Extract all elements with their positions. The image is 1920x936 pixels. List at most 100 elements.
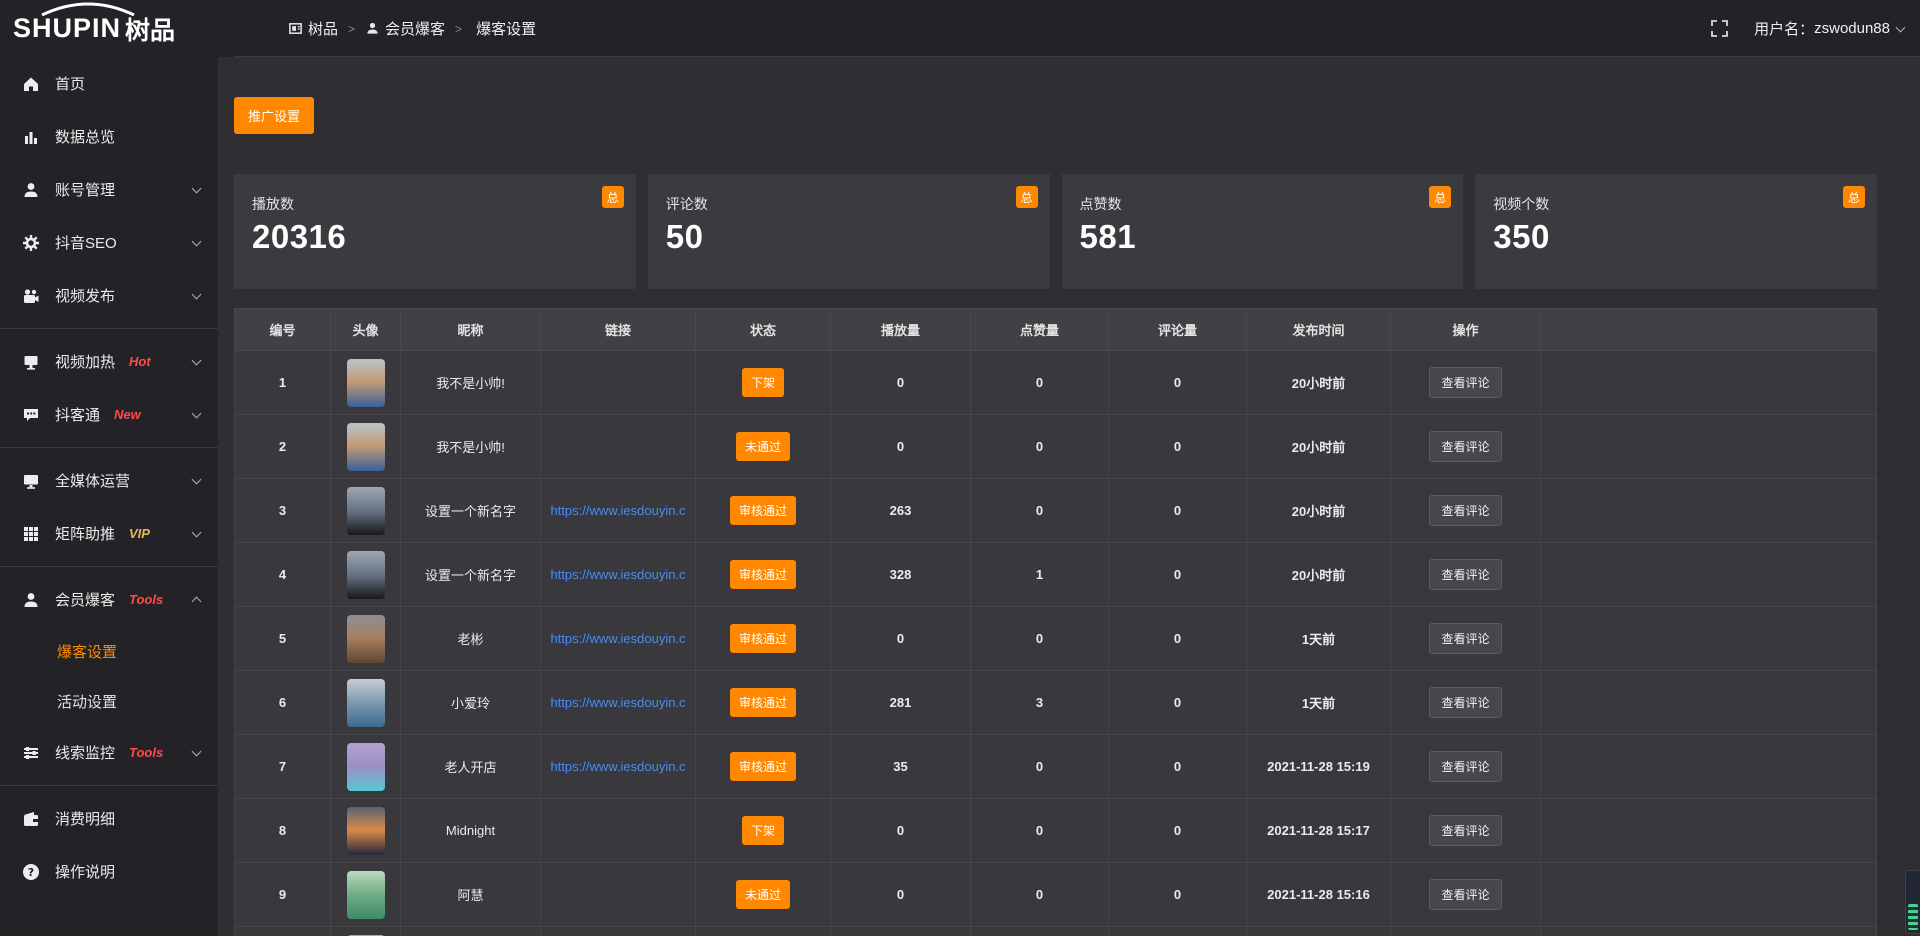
view-comments-button[interactable]: 查看评论	[1429, 751, 1501, 782]
stat-value: 50	[666, 218, 1034, 256]
chevron-down-icon	[192, 183, 202, 193]
status-badge[interactable]: 下架	[742, 368, 784, 397]
avatar	[347, 359, 385, 407]
breadcrumb-item[interactable]: 会员爆客	[365, 18, 445, 39]
likes-cell: 0	[1036, 823, 1043, 838]
table-row: 2我不是小帅!未通过00020小时前查看评论	[235, 415, 1877, 479]
plays-cell: 35	[893, 759, 907, 774]
nickname-cell: 阿慧	[401, 863, 541, 927]
nickname-cell: Midnight	[401, 799, 541, 863]
fullscreen-icon[interactable]	[1711, 20, 1728, 37]
filler-cell	[1541, 799, 1877, 863]
brand-logo[interactable]: SHUPIN 树品	[0, 0, 218, 57]
sidebar-item-douketong[interactable]: 抖客通New	[0, 388, 218, 441]
stat-card: 播放数20316总	[234, 174, 636, 289]
view-comments-button[interactable]: 查看评论	[1429, 367, 1501, 398]
sidebar-item-expense-detail[interactable]: 消费明细	[0, 792, 218, 845]
row-id: 7	[279, 759, 286, 774]
status-badge[interactable]: 审核通过	[730, 496, 796, 525]
status-badge[interactable]: 审核通过	[730, 688, 796, 717]
sidebar-item-operation-guide[interactable]: ?操作说明	[0, 845, 218, 898]
status-badge[interactable]: 未通过	[736, 880, 790, 909]
sidebar-subitem-activity-settings[interactable]: 活动设置	[0, 676, 218, 726]
publish-time-cell: 20小时前	[1292, 376, 1345, 391]
sidebar-divider	[0, 447, 218, 448]
status-badge[interactable]: 审核通过	[730, 560, 796, 589]
dashboard-icon	[288, 21, 303, 36]
sidebar-item-member-baoke[interactable]: 会员爆客Tools	[0, 573, 218, 626]
nickname-cell: 设置一个新名字	[401, 479, 541, 543]
plays-cell: 0	[897, 887, 904, 902]
total-badge: 总	[602, 186, 624, 208]
likes-cell: 0	[1036, 631, 1043, 646]
sidebar: SHUPIN 树品 首页数据总览账号管理抖音SEO视频发布视频加热Hot抖客通N…	[0, 0, 218, 936]
publish-time-cell: 20小时前	[1292, 568, 1345, 583]
nickname-cell: 设置一个新名字	[401, 543, 541, 607]
video-link[interactable]: https://www.iesdouyin.c	[550, 759, 685, 774]
person-icon	[365, 21, 380, 36]
table-row: 8Midnight下架0002021-11-28 15:17查看评论	[235, 799, 1877, 863]
video-link[interactable]: https://www.iesdouyin.c	[550, 631, 685, 646]
comments-cell: 0	[1174, 503, 1181, 518]
chevron-up-icon	[192, 597, 202, 607]
widget-green-stripes-icon	[1908, 904, 1918, 930]
sidebar-item-data-overview[interactable]: 数据总览	[0, 110, 218, 163]
sidebar-item-video-publish[interactable]: 视频发布	[0, 269, 218, 322]
table-row: 3设置一个新名字https://www.iesdouyin.c审核通过26300…	[235, 479, 1877, 543]
publish-time-cell: 20小时前	[1292, 440, 1345, 455]
stat-label: 播放数	[252, 194, 620, 214]
breadcrumb-item[interactable]: 爆客设置	[476, 18, 536, 39]
stat-value: 581	[1080, 218, 1448, 256]
status-badge[interactable]: 未通过	[736, 432, 790, 461]
plays-cell: 328	[890, 567, 912, 582]
view-comments-button[interactable]: 查看评论	[1429, 815, 1501, 846]
status-badge[interactable]: 审核通过	[730, 752, 796, 781]
filler-cell	[1541, 607, 1877, 671]
sidebar-subitem-baoke-settings[interactable]: 爆客设置	[0, 626, 218, 676]
comments-cell: 0	[1174, 631, 1181, 646]
total-badge: 总	[1016, 186, 1038, 208]
comments-cell: 0	[1174, 375, 1181, 390]
stat-card: 评论数50总	[648, 174, 1050, 289]
floating-contact-widget[interactable]	[1905, 870, 1920, 934]
view-comments-button[interactable]: 查看评论	[1429, 559, 1501, 590]
filler-cell	[1541, 735, 1877, 799]
monitor-icon	[22, 472, 40, 490]
sidebar-item-media-operation[interactable]: 全媒体运营	[0, 454, 218, 507]
video-link[interactable]: https://www.iesdouyin.c	[550, 567, 685, 582]
filler-cell	[1541, 543, 1877, 607]
total-badge: 总	[1843, 186, 1865, 208]
breadcrumb-separator: >	[348, 22, 355, 36]
video-link[interactable]: https://www.iesdouyin.c	[550, 503, 685, 518]
sidebar-item-douyin-seo[interactable]: 抖音SEO	[0, 216, 218, 269]
video-icon	[22, 287, 40, 305]
plays-cell: 0	[897, 439, 904, 454]
sidebar-item-home[interactable]: 首页	[0, 57, 218, 110]
promo-settings-button[interactable]: 推广设置	[234, 97, 314, 134]
sidebar-item-clue-monitor[interactable]: 线索监控Tools	[0, 726, 218, 779]
tag-vip: VIP	[129, 526, 150, 541]
column-header: 编号	[235, 309, 331, 351]
view-comments-button[interactable]: 查看评论	[1429, 495, 1501, 526]
sidebar-item-account-manage[interactable]: 账号管理	[0, 163, 218, 216]
view-comments-button[interactable]: 查看评论	[1429, 431, 1501, 462]
sidebar-item-video-heat[interactable]: 视频加热Hot	[0, 335, 218, 388]
sidebar-item-matrix-boost[interactable]: 矩阵助推VIP	[0, 507, 218, 560]
breadcrumb-separator: >	[455, 22, 462, 36]
status-badge[interactable]: 审核通过	[730, 624, 796, 653]
gear-icon	[22, 234, 40, 252]
avatar	[347, 807, 385, 855]
breadcrumb-item[interactable]: 树品	[288, 18, 338, 39]
help-icon: ?	[22, 863, 40, 881]
status-badge[interactable]: 下架	[742, 816, 784, 845]
avatar	[347, 615, 385, 663]
publish-time-cell: 1天前	[1302, 696, 1335, 711]
user-menu[interactable]: 用户名：zswodun88	[1754, 18, 1904, 39]
view-comments-button[interactable]: 查看评论	[1429, 879, 1501, 910]
video-table-wrap: 编号头像昵称链接状态播放量点赞量评论量发布时间操作 1我不是小帅!下架00020…	[234, 308, 1877, 936]
likes-cell: 0	[1036, 759, 1043, 774]
view-comments-button[interactable]: 查看评论	[1429, 623, 1501, 654]
tag-hot: Hot	[129, 354, 151, 369]
view-comments-button[interactable]: 查看评论	[1429, 687, 1501, 718]
video-link[interactable]: https://www.iesdouyin.c	[550, 695, 685, 710]
